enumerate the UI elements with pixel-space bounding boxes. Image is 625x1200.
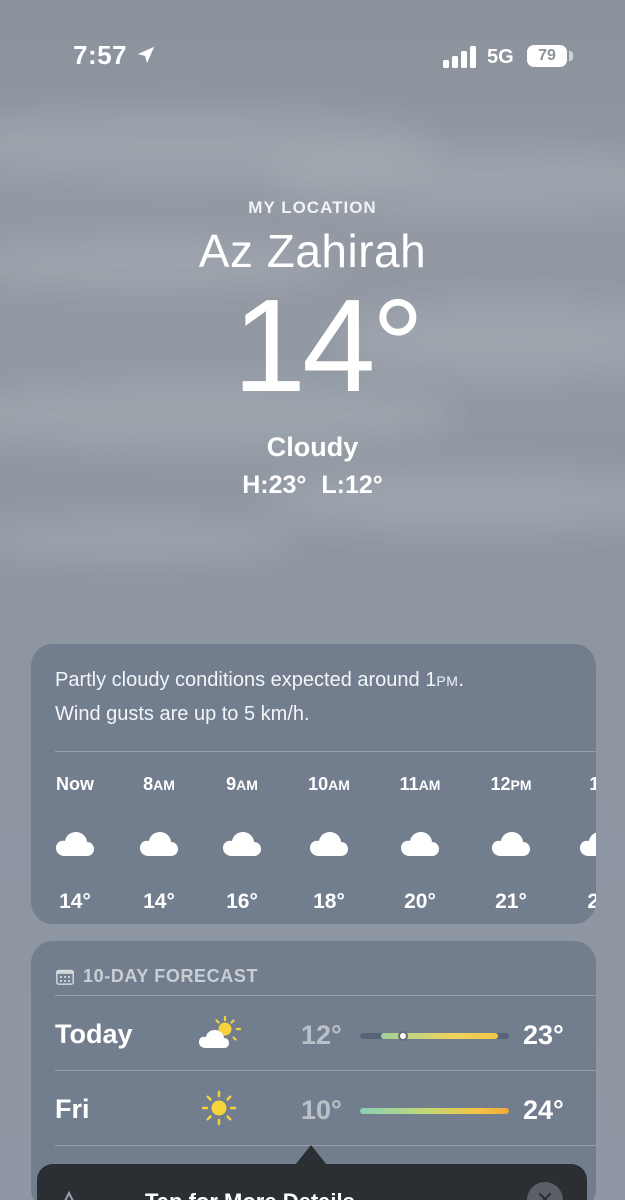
current-condition: Cloudy — [266, 432, 359, 462]
hour-temperature: 21° — [495, 890, 527, 913]
network-type: 5G — [487, 46, 514, 68]
forecast-high: 23° — [523, 1020, 564, 1050]
hour-temperature: 20° — [404, 890, 436, 913]
high-low: H:23° L:12° — [242, 471, 383, 499]
hour-label: Now — [56, 774, 94, 794]
location-arrow-icon — [137, 46, 155, 64]
temperature-range-bar — [360, 1108, 509, 1114]
hour-temperature: 18° — [313, 890, 345, 913]
hour-temperature: 22 — [587, 890, 596, 913]
forecast-day: Today — [55, 1019, 133, 1049]
status-bar: 7:57 5G 79 — [0, 0, 625, 110]
current-temperature: 14° — [232, 272, 425, 419]
hour-temperature: 16° — [226, 890, 258, 913]
temperature-range-bar — [360, 1031, 509, 1041]
partly-cloudy-sun-icon — [197, 1015, 242, 1051]
summary-line-1: Partly cloudy conditions expected around… — [55, 669, 464, 691]
hour-label: 10AM — [308, 774, 350, 794]
tooltip-arrow — [295, 1145, 327, 1165]
hourly-summary: Partly cloudy conditions expected around… — [31, 644, 596, 731]
hour-label: 1P — [589, 774, 596, 794]
hour-label: 9AM — [226, 774, 258, 794]
hand-tap-icon — [64, 1190, 74, 1200]
cloud-icon — [222, 830, 262, 858]
forecast-high: 24° — [523, 1095, 564, 1125]
hour-label: 12PM — [490, 774, 532, 794]
cloud-icon — [400, 830, 440, 858]
forecast-row[interactable]: Today 12° 23° — [31, 996, 596, 1071]
hour-label: 8AM — [143, 774, 175, 794]
calendar-icon — [56, 969, 74, 985]
hourly-strip[interactable]: Now 14° 8AM 14° 9AM 16° 10AM 18° 11AM 20° 12PM 21° 1… — [31, 752, 596, 924]
cloud-icon — [579, 830, 596, 858]
cloud-icon — [55, 830, 95, 858]
location-label: MY LOCATION — [248, 198, 377, 217]
status-time: 7:57 — [73, 40, 128, 70]
hourly-forecast-card[interactable]: Partly cloudy conditions expected around… — [31, 644, 596, 924]
summary-line-2: Wind gusts are up to 5 km/h. — [55, 703, 310, 725]
forecast-row[interactable]: Fri 10° 24° — [31, 1071, 596, 1146]
hour-temperature: 14° — [59, 890, 91, 913]
cloud-icon — [139, 830, 179, 858]
forecast-title: 10-DAY FORECAST — [83, 966, 259, 986]
battery-icon: 79 — [527, 45, 567, 67]
forecast-day: Fri — [55, 1094, 90, 1124]
cloud-icon — [309, 830, 349, 858]
forecast-header: 10-DAY FORECAST — [31, 941, 596, 995]
current-temperature-dot — [397, 1031, 408, 1041]
hour-temperature: 14° — [143, 890, 175, 913]
forecast-low: 10° — [301, 1095, 342, 1125]
battery-nub — [569, 51, 573, 61]
signal-bars-icon — [443, 46, 476, 68]
cloud-icon — [491, 830, 531, 858]
sun-icon — [197, 1090, 241, 1126]
city-name: Az Zahirah — [198, 225, 427, 277]
tooltip[interactable]: Tap for More Details ✕ — [37, 1145, 587, 1200]
forecast-rows: Today 12° 23° Fri 10° 24° — [31, 996, 596, 1146]
temperature-range-fill — [360, 1108, 509, 1114]
weather-header: MY LOCATION Az Zahirah 14° Cloudy H:23° … — [0, 198, 625, 500]
tooltip-text: Tap for More Details — [145, 1189, 355, 1200]
forecast-low: 12° — [301, 1020, 342, 1050]
hour-label: 11AM — [399, 774, 441, 794]
